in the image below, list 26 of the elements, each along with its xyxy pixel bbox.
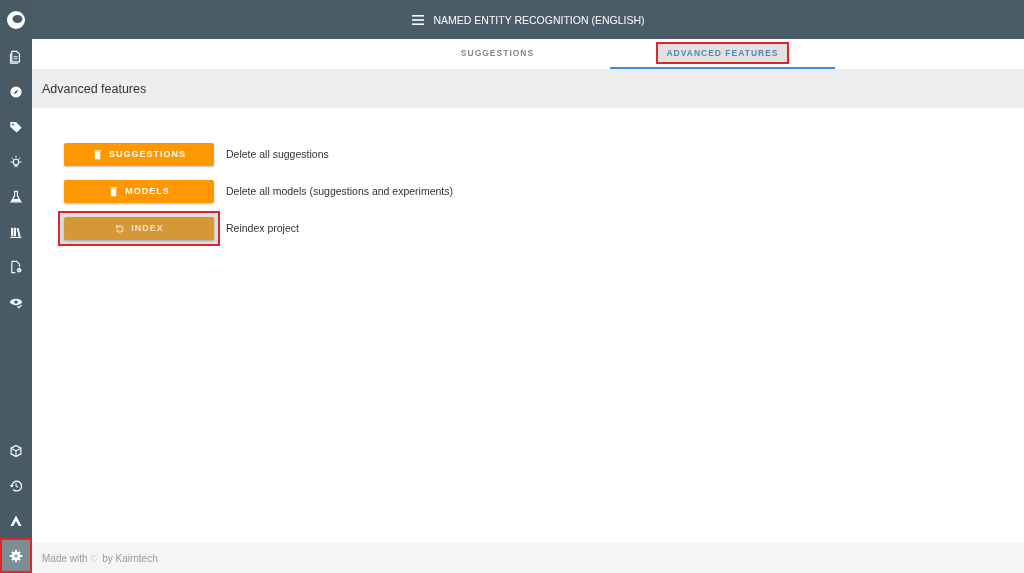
tab[interactable]: SUGGESTIONS [385, 39, 610, 69]
document-gear-icon [9, 259, 23, 274]
trash-icon [108, 185, 120, 197]
tag-icon [9, 119, 23, 134]
logo-icon [6, 9, 26, 30]
section-title: Advanced features [42, 81, 147, 96]
app-title: NAMED ENTITY RECOGNITION (ENGLISH) [433, 13, 645, 26]
delete-button[interactable]: MODELS [64, 179, 214, 203]
action-description: Reindex project [226, 222, 299, 234]
history-icon [9, 478, 23, 493]
footer-text: Made with ♡ by Kairntech [42, 552, 158, 564]
tab-label: SUGGESTIONS [459, 47, 536, 60]
nav-item[interactable] [0, 538, 32, 573]
lightbulb-icon [9, 154, 23, 169]
flask-icon [9, 189, 23, 204]
document-icon [9, 49, 23, 64]
menu-icon[interactable] [411, 14, 424, 25]
delete-button[interactable]: SUGGESTIONS [64, 142, 214, 166]
highlighted-tab-label: ADVANCED FEATURES [656, 42, 789, 64]
action-description: Delete all suggestions [226, 148, 329, 160]
gear-icon [9, 548, 23, 563]
action-description: Delete all models (suggestions and experiments) [226, 185, 454, 197]
compass-icon [9, 84, 23, 99]
reload-icon [114, 222, 126, 234]
trash-icon [92, 148, 103, 160]
cube-icon [9, 443, 23, 458]
